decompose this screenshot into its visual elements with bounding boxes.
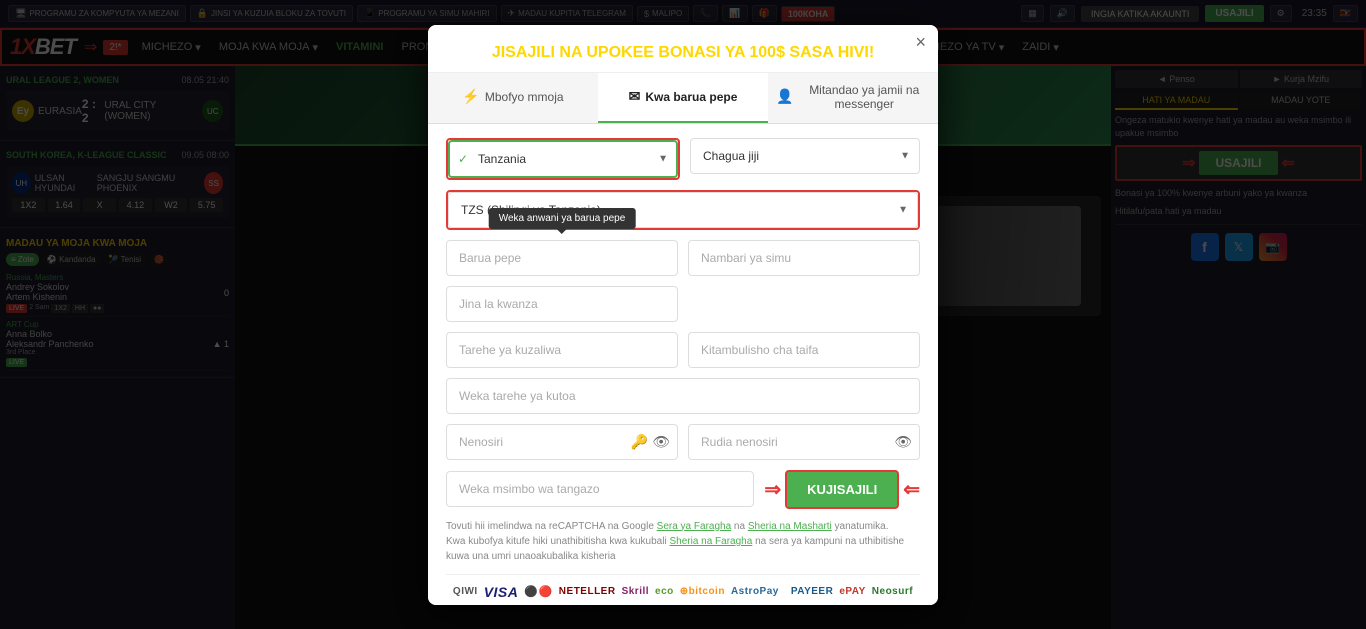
bitcoin-logo: ⊕bitcoin <box>680 586 725 597</box>
email-icon: ✉ <box>629 88 641 105</box>
eye2-icon[interactable]: 👁 <box>894 433 912 450</box>
modal-body: Tanzania Chagua jiji <box>428 124 938 605</box>
lightning-icon: ⚡ <box>462 88 479 105</box>
promo-input[interactable] <box>446 471 754 507</box>
city-field: Chagua jiji <box>690 138 920 180</box>
phone-input[interactable] <box>688 240 920 276</box>
submit-right-arrow: ⇐ <box>903 477 920 502</box>
payment-logos: QIWI VISA ⚫🔴 NETELLER Skrill eco ⊕bitcoi… <box>446 574 920 605</box>
birthdate-input[interactable] <box>446 332 678 368</box>
password-row: 🔑 👁 👁 <box>446 424 920 460</box>
firstname-field <box>446 286 678 322</box>
visa-logo: VISA <box>484 584 519 600</box>
confirm-password-field: 👁 <box>688 424 920 460</box>
eco-logo: eco <box>655 586 674 597</box>
social-icon: 👤 <box>776 88 793 105</box>
neteller-logo: NETELLER <box>559 586 616 597</box>
skrill-logo: Skrill <box>622 586 649 597</box>
firstname-input[interactable] <box>446 286 678 322</box>
city-select[interactable]: Chagua jiji <box>690 138 920 174</box>
phone-field <box>688 240 920 276</box>
promo-field <box>446 471 754 507</box>
neosurf-logo: Neosurf <box>872 586 913 597</box>
tab-barua-pepe[interactable]: ✉ Kwa barua pepe <box>598 73 768 123</box>
modal-header: JISAJILI NA UPOKEE BONASI YA 100$ SASA H… <box>428 25 938 73</box>
country-select[interactable]: Tanzania <box>448 140 678 178</box>
country-field: Tanzania <box>446 138 680 180</box>
modal-title: JISAJILI NA UPOKEE BONASI YA 100$ SASA H… <box>448 43 918 62</box>
id-input[interactable] <box>688 332 920 368</box>
qiwi-logo: QIWI <box>453 586 478 597</box>
id-field <box>688 332 920 368</box>
date-row <box>446 378 920 414</box>
eye-icon[interactable]: 👁 <box>652 433 670 450</box>
email-tooltip: Weka anwani ya barua pepe <box>489 208 636 229</box>
epay-logo: ePAY <box>839 586 865 597</box>
birthdate-field <box>446 332 678 368</box>
mastercard-logo: ⚫🔴 <box>524 585 552 598</box>
registration-modal: JISAJILI NA UPOKEE BONASI YA 100$ SASA H… <box>428 25 938 605</box>
date-field <box>446 378 920 414</box>
password-field: 🔑 👁 <box>446 424 678 460</box>
policy-link[interactable]: Sheria na Faragha <box>669 536 752 547</box>
tab-mbofyo-mmoja[interactable]: ⚡ Mbofyo mmoja <box>428 73 598 123</box>
astropay-logo: AstroPay <box>731 586 779 597</box>
name-row <box>446 286 920 322</box>
email-input[interactable] <box>446 240 678 276</box>
promo-submit-row: ⇒ KUJISAJILI ⇐ <box>446 470 920 509</box>
country-city-row: Tanzania Chagua jiji <box>446 138 920 180</box>
country-select-wrapper: Tanzania <box>448 140 678 178</box>
submit-left-arrow: ⇒ <box>764 477 781 502</box>
payeer-logo: PAYEER <box>791 586 833 597</box>
birthdate-id-row <box>446 332 920 368</box>
date-input[interactable] <box>446 378 920 414</box>
legal-text: Tovuti hii imelindwa na reCAPTCHA na Goo… <box>446 519 920 564</box>
privacy-link[interactable]: Sera ya Faragha <box>657 521 732 532</box>
modal-close-button[interactable]: × <box>915 33 926 51</box>
modal-tabs: ⚡ Mbofyo mmoja ✉ Kwa barua pepe 👤 Mitand… <box>428 73 938 124</box>
kujisajili-button[interactable]: KUJISAJILI <box>785 470 899 509</box>
tab-mitandao[interactable]: 👤 Mitandao ya jamii na messenger <box>768 73 938 123</box>
city-select-wrapper: Chagua jiji <box>690 138 920 174</box>
confirm-input[interactable] <box>688 424 920 460</box>
modal-overlay: JISAJILI NA UPOKEE BONASI YA 100$ SASA H… <box>0 0 1366 629</box>
key-icon: 🔑 <box>631 433 648 450</box>
email-phone-row: Weka anwani ya barua pepe <box>446 240 920 276</box>
terms-link[interactable]: Sheria na Masharti <box>748 521 832 532</box>
email-field: Weka anwani ya barua pepe <box>446 240 678 276</box>
